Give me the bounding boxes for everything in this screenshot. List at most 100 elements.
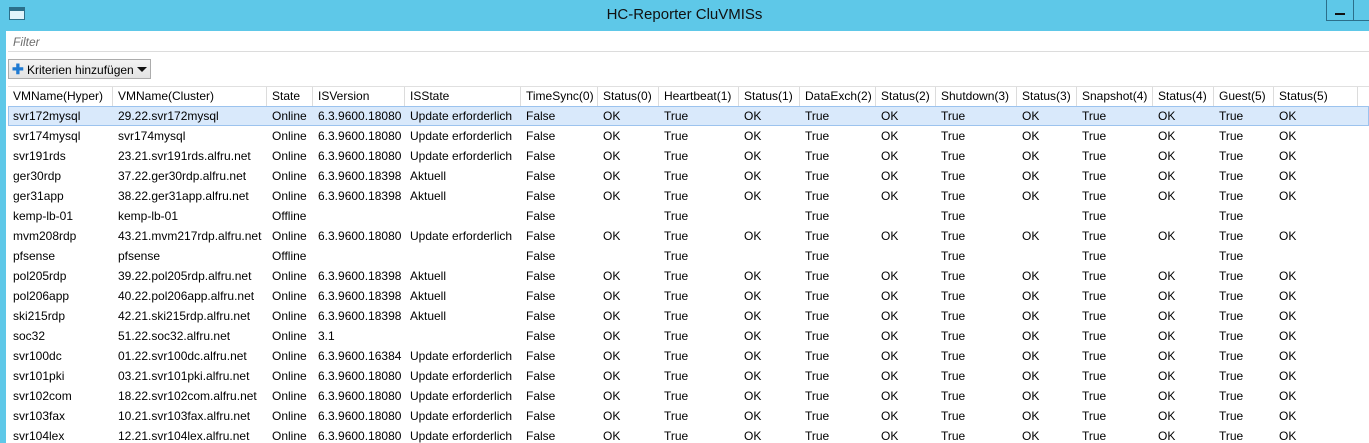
table-cell: OK (1022, 389, 1040, 403)
table-cell: 6.3.9600.18398 (318, 289, 402, 303)
maximize-button[interactable] (1353, 0, 1369, 21)
column-header[interactable]: VMName(Cluster) (113, 87, 267, 106)
table-row[interactable]: svr100dc 01.22.svr100dc.alfru.net Online 6.… (8, 346, 1369, 366)
table-row[interactable]: svr101pki 03.21.svr101pki.alfru.net Online… (8, 366, 1369, 386)
table-cell: OK (1279, 149, 1297, 163)
table-cell: True (1219, 289, 1244, 303)
table-cell: 40.22.pol206app.alfru.net (118, 289, 255, 303)
table-cell: 39.22.pol205rdp.alfru.net (118, 269, 252, 283)
table-cell: Online (272, 109, 307, 123)
table-cell: True (664, 349, 689, 363)
column-header[interactable]: Heartbeat(1) (659, 87, 739, 106)
window-title: HC-Reporter CluVMISs (606, 6, 763, 23)
table-cell: True (664, 369, 689, 383)
column-header[interactable]: Status(0) (598, 87, 659, 106)
table-cell: OK (881, 389, 899, 403)
table-cell: True (805, 249, 830, 263)
table-cell: OK (744, 349, 762, 363)
column-header[interactable]: Status(2) (876, 87, 936, 106)
table-cell: Update erforderlich (410, 349, 513, 363)
table-cell: OK (1022, 329, 1040, 343)
table-cell: OK (744, 109, 762, 123)
table-cell: OK (881, 269, 899, 283)
table-row[interactable]: soc32 51.22.soc32.alfru.net Online 3.1 False… (8, 326, 1369, 346)
table-cell: True (1082, 389, 1107, 403)
table-cell: OK (1022, 229, 1040, 243)
column-header[interactable]: State (267, 87, 313, 106)
table-cell: OK (1158, 389, 1176, 403)
table-cell: True (1082, 249, 1107, 263)
table-cell: True (1219, 309, 1244, 323)
table-cell: OK (744, 289, 762, 303)
table-row[interactable]: svr104lex 12.21.svr104lex.alfru.net Online… (8, 426, 1369, 443)
table-cell: True (1219, 329, 1244, 343)
column-header[interactable]: VMName(Hyper) (8, 87, 113, 106)
table-cell: True (941, 229, 966, 243)
column-header[interactable]: DataExch(2) (800, 87, 876, 106)
column-header[interactable]: TimeSync(0) (521, 87, 598, 106)
table-cell: False (526, 269, 556, 283)
table-cell: OK (1279, 369, 1297, 383)
table-cell: svr191rds (13, 149, 66, 163)
table-cell: True (1082, 369, 1107, 383)
table-row[interactable]: svr174mysql svr174mysql Online 6.3.9600.180… (8, 126, 1369, 146)
table-cell: Online (272, 389, 307, 403)
table-row[interactable]: svr172mysql 29.22.svr172mysql Online 6.3.96… (8, 106, 1369, 126)
filter-input[interactable]: Filter (8, 33, 1369, 52)
column-header[interactable]: Status(1) (739, 87, 800, 106)
table-cell: OK (881, 429, 899, 443)
table-cell: True (941, 169, 966, 183)
table-row[interactable]: ger30rdp 37.22.ger30rdp.alfru.net Online 6.… (8, 166, 1369, 186)
table-cell: OK (1279, 169, 1297, 183)
table-cell (405, 326, 521, 346)
column-header[interactable]: Shutdown(3) (936, 87, 1017, 106)
table-row[interactable]: ski215rdp 42.21.ski215rdp.alfru.net Online… (8, 306, 1369, 326)
table-cell: OK (1158, 409, 1176, 423)
results-grid[interactable]: VMName(Hyper) VMName(Cluster) State ISVersi… (8, 86, 1369, 443)
table-row[interactable]: pfsense pfsense Offline False True True True Tr… (8, 246, 1369, 266)
table-cell: True (664, 329, 689, 343)
table-cell: OK (1022, 109, 1040, 123)
column-header[interactable]: Status(5) (1274, 87, 1358, 106)
table-cell: True (1219, 249, 1244, 263)
table-cell: OK (881, 149, 899, 163)
table-row[interactable]: mvm208rdp 43.21.mvm217rdp.alfru.net Online… (8, 226, 1369, 246)
table-cell: OK (1158, 349, 1176, 363)
table-row[interactable]: kemp-lb-01 kemp-lb-01 Offline False True True… (8, 206, 1369, 226)
table-cell: OK (1158, 189, 1176, 203)
table-cell: OK (881, 369, 899, 383)
table-cell: kemp-lb-01 (118, 209, 179, 223)
table-row[interactable]: ger31app 38.22.ger31app.alfru.net Online 6.… (8, 186, 1369, 206)
table-row[interactable]: pol205rdp 39.22.pol205rdp.alfru.net Online… (8, 266, 1369, 286)
table-cell: 42.21.ski215rdp.alfru.net (118, 309, 251, 323)
table-cell: Online (272, 329, 307, 343)
table-cell: True (805, 129, 830, 143)
add-criteria-button[interactable]: ✚ Kriterien hinzufügen (8, 59, 151, 79)
column-header[interactable]: ISVersion (313, 87, 405, 106)
table-cell: False (526, 129, 556, 143)
column-header[interactable]: Status(3) (1017, 87, 1077, 106)
table-row[interactable]: svr102com 18.22.svr102com.alfru.net Online… (8, 386, 1369, 406)
table-cell: 43.21.mvm217rdp.alfru.net (118, 229, 262, 243)
table-row[interactable]: svr191rds 23.21.svr191rds.alfru.net Online… (8, 146, 1369, 166)
column-header[interactable]: Guest(5) (1214, 87, 1274, 106)
table-row[interactable]: svr103fax 10.21.svr103fax.alfru.net Online… (8, 406, 1369, 426)
minimize-button[interactable] (1326, 0, 1354, 21)
column-header[interactable]: Status(4) (1153, 87, 1214, 106)
table-row[interactable]: pol206app 40.22.pol206app.alfru.net Online… (8, 286, 1369, 306)
table-cell: Update erforderlich (410, 129, 513, 143)
table-cell (598, 246, 659, 266)
table-cell: Online (272, 149, 307, 163)
column-header[interactable]: ISState (405, 87, 521, 106)
table-cell: OK (1158, 109, 1176, 123)
table-cell: OK (603, 129, 621, 143)
table-cell: 6.3.9600.18080 (318, 129, 402, 143)
table-cell: OK (1279, 389, 1297, 403)
table-cell: OK (744, 229, 762, 243)
table-cell: True (1082, 289, 1107, 303)
table-cell: OK (603, 149, 621, 163)
table-cell: OK (1158, 329, 1176, 343)
table-cell: True (805, 369, 830, 383)
column-header[interactable]: Snapshot(4) (1077, 87, 1153, 106)
table-cell (1153, 206, 1214, 226)
